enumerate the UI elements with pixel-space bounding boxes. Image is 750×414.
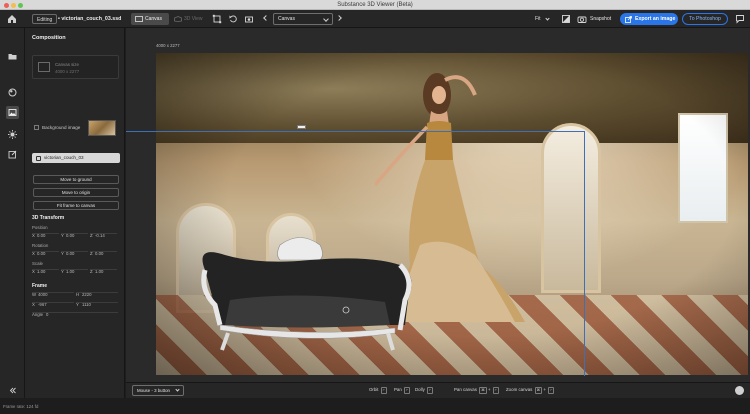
frame-angle-field[interactable]: Angle 0: [32, 312, 120, 320]
background-image-label: Background image: [42, 125, 81, 130]
cube-icon: [174, 16, 182, 22]
rotation-label: Rotation: [32, 243, 49, 248]
background-image-checkbox[interactable]: [34, 125, 39, 130]
mouse-mode-dropdown[interactable]: Mouse - 3 button: [132, 385, 184, 396]
mouse-icon: ⌐: [492, 387, 499, 394]
help-icon[interactable]: [735, 386, 744, 395]
scale-label: Scale: [32, 261, 43, 266]
frame-size-fields[interactable]: W 4000 H 2220: [32, 292, 120, 300]
frame-rate: Frame rate: 124 fd: [3, 404, 39, 409]
canvas-dropdown-value: Canvas: [278, 16, 295, 22]
guide-line-horizontal: [126, 131, 584, 132]
mouse-icon: ⌐: [548, 387, 555, 394]
compare-icon[interactable]: [561, 14, 571, 24]
frame-handle[interactable]: [297, 125, 306, 129]
assets-folder-icon[interactable]: [6, 50, 19, 63]
left-rail: [0, 28, 25, 404]
canvas-dimensions: 4000 x 2277: [156, 43, 180, 48]
fit-dropdown[interactable]: Fit: [535, 14, 550, 24]
panel-title: Composition: [32, 35, 66, 41]
comment-icon[interactable]: [735, 14, 745, 24]
composition-panel: Composition Canvas size 4000 x 2277 Back…: [25, 28, 125, 404]
canvas-size-label: Canvas size: [55, 62, 79, 67]
key-icon: ⌘: [479, 387, 487, 394]
window-title: Substance 3D Viewer (Beta): [337, 1, 413, 8]
pan-hint: Pan ⌐: [394, 387, 411, 394]
transform-title: 3D Transform: [32, 215, 65, 221]
home-icon[interactable]: [6, 13, 18, 25]
pan-canvas-hint: Pan canvas ⌘ + ⌐: [454, 387, 499, 394]
tab-label: 3D View: [184, 16, 203, 22]
chevron-left-icon[interactable]: [263, 15, 269, 21]
scale-fields[interactable]: X 1.00 Y 1.00 Z 1.00: [32, 269, 120, 277]
object-name: victorian_couch_03: [44, 155, 84, 160]
victorian-couch-model[interactable]: [200, 230, 415, 355]
edit-icon[interactable]: [6, 148, 19, 161]
chevron-down-icon: [545, 15, 550, 21]
guide-line-vertical: [584, 131, 585, 376]
top-toolbar: Editing • victorian_couch_03.ssd Canvas …: [0, 10, 750, 28]
tab-label: Canvas: [145, 16, 162, 22]
key-icon: ⌘: [534, 387, 543, 394]
materials-icon[interactable]: [6, 86, 19, 99]
zoom-canvas-hint: Zoom canvas ⌘ + ⌐: [506, 387, 555, 394]
fit-frame-button[interactable]: Fit frame to canvas: [33, 201, 119, 210]
snapshot-button[interactable]: Snapshot: [590, 14, 611, 24]
canvas-icon: [135, 16, 143, 22]
canvas-bottom-toolbar: Mouse - 3 button Orbit ⌐ Pan ⌐ Dolly ⌐ P…: [126, 382, 750, 398]
image-icon: [8, 109, 17, 116]
to-photoshop-button[interactable]: To Photoshop: [682, 13, 728, 25]
frame-title: Frame: [32, 283, 48, 289]
position-label: Position: [32, 225, 48, 230]
camera-bookmark-icon[interactable]: [244, 14, 254, 24]
dolly-hint: Dolly ⌐: [415, 387, 434, 394]
canvas-dropdown[interactable]: Canvas: [273, 13, 333, 25]
fit-label: Fit: [535, 16, 541, 22]
canvas-size-field[interactable]: Canvas size 4000 x 2277: [32, 55, 119, 79]
title-bar: Substance 3D Viewer (Beta): [0, 0, 750, 10]
cube-icon: [36, 155, 41, 161]
composition-tab[interactable]: [6, 106, 19, 119]
frame-position-fields[interactable]: X -967 Y 1110: [32, 302, 120, 310]
status-bar: [0, 398, 750, 414]
tab-3d-view[interactable]: 3D View: [170, 13, 207, 25]
chevron-down-icon: [175, 387, 180, 392]
export-image-button[interactable]: Export an image: [620, 13, 678, 25]
tab-canvas[interactable]: Canvas: [131, 13, 169, 25]
mouse-middle-icon: ⌐: [404, 387, 411, 394]
chevron-down-icon: [323, 16, 329, 22]
collapse-panel-icon[interactable]: [6, 384, 19, 397]
move-to-origin-button[interactable]: Move to origin: [33, 188, 119, 197]
move-to-ground-button[interactable]: Move to ground: [33, 175, 119, 184]
transform-tool-icon[interactable]: [212, 14, 222, 24]
chevron-right-icon[interactable]: [336, 15, 342, 21]
export-icon: [625, 15, 632, 23]
object-selector[interactable]: victorian_couch_03: [32, 153, 120, 163]
canvas-size-value: 4000 x 2277: [55, 69, 80, 74]
editing-badge[interactable]: Editing: [32, 14, 58, 24]
reset-icon[interactable]: [228, 14, 238, 24]
lighting-icon[interactable]: [6, 128, 19, 141]
background-thumbnail[interactable]: [88, 120, 116, 136]
export-label: Export an image: [635, 16, 676, 22]
file-name: • victorian_couch_03.ssd: [58, 16, 122, 22]
background-image-row[interactable]: Background image: [32, 120, 120, 136]
mouse-left-icon: ⌐: [380, 387, 387, 394]
resize-icon: [38, 62, 50, 72]
mouse-mode-value: Mouse - 3 button: [137, 388, 170, 393]
position-fields[interactable]: X 0.00 Y 0.00 Z -0.14: [32, 233, 120, 241]
snapshot-icon[interactable]: [577, 14, 587, 24]
orbit-hint: Orbit ⌐: [369, 387, 387, 394]
rotation-fields[interactable]: X 0.00 Y 0.00 Z 0.00: [32, 251, 120, 259]
mouse-right-icon: ⌐: [427, 387, 434, 394]
